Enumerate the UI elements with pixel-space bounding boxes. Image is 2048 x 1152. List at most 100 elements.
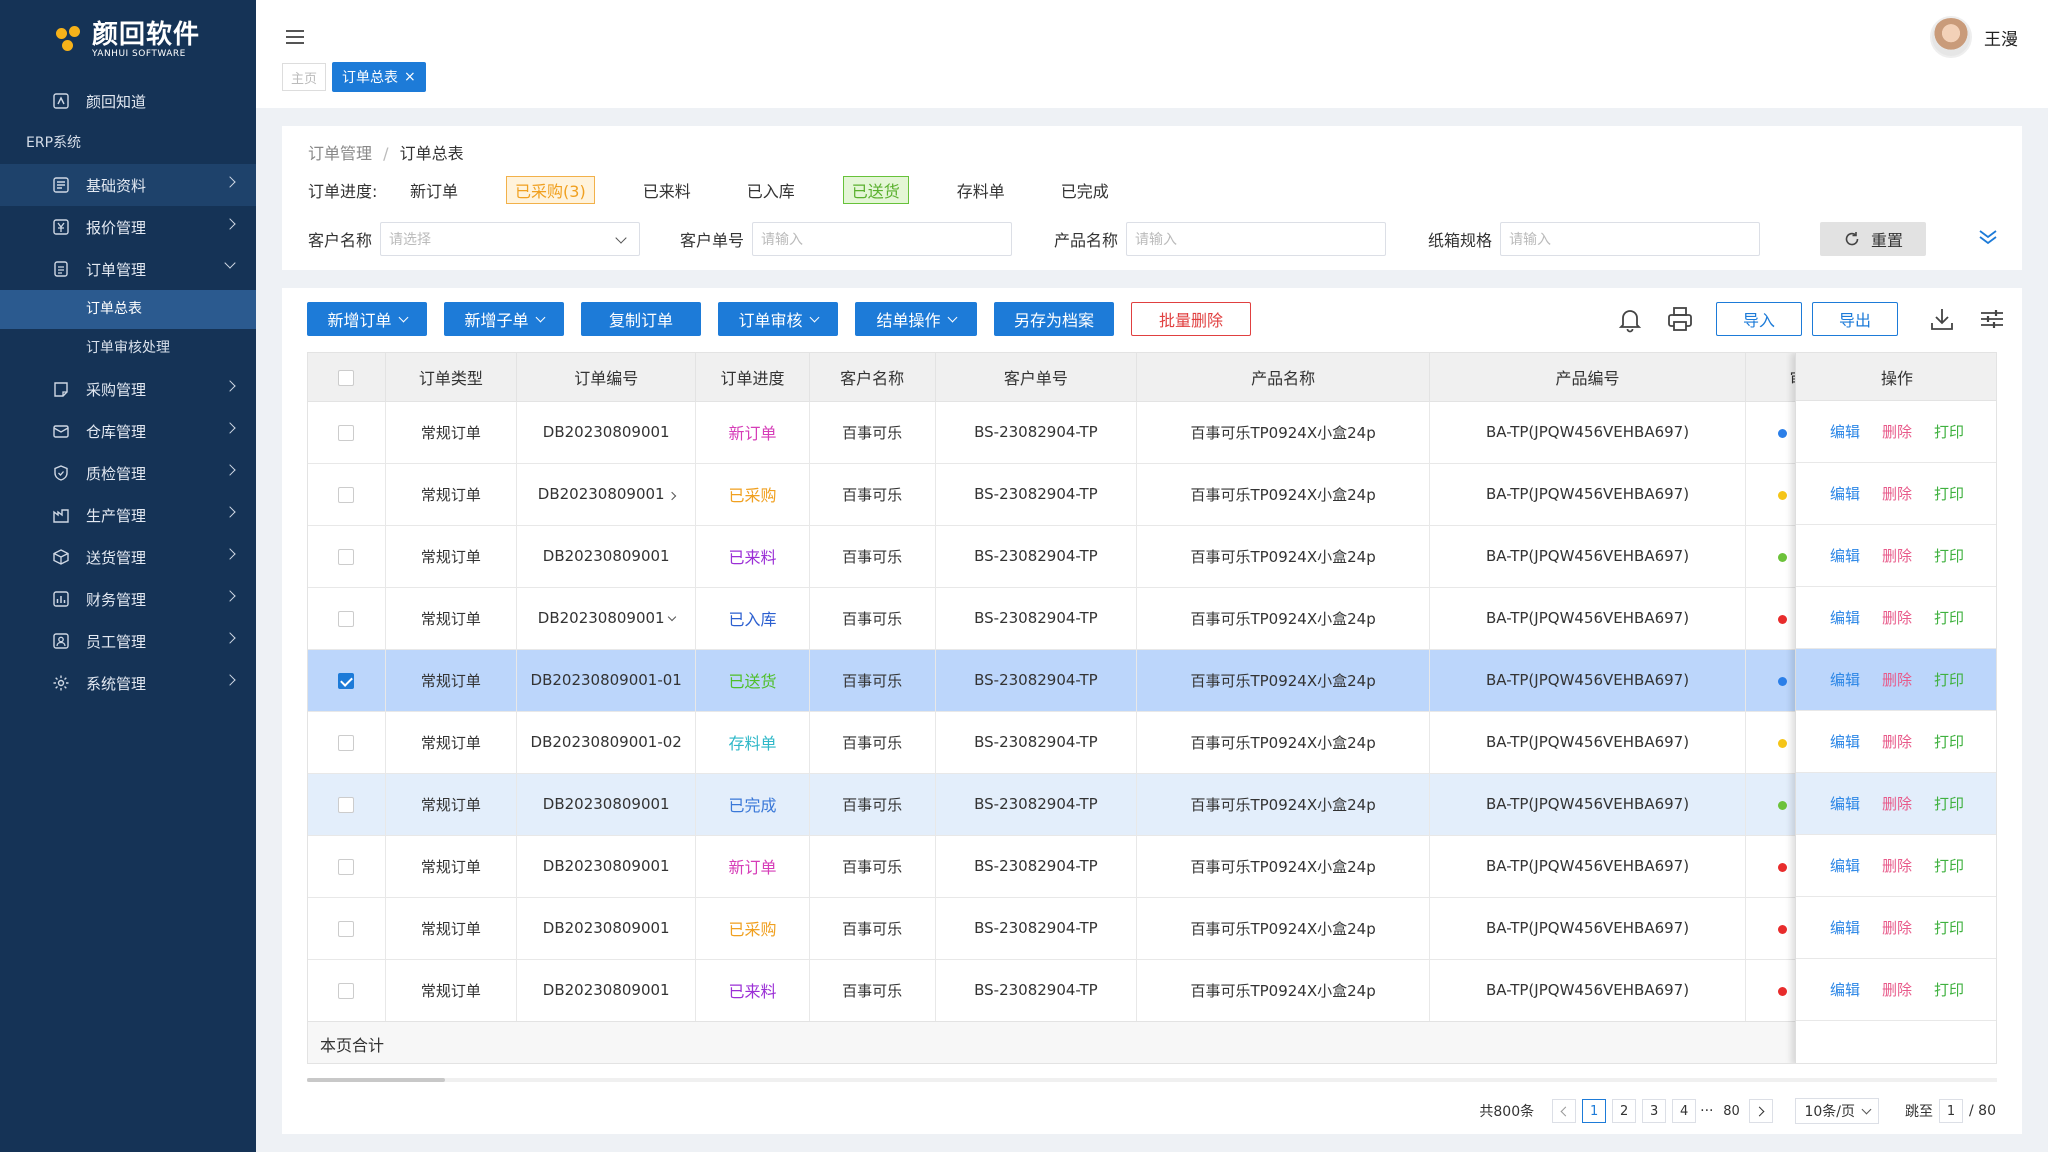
- select-all-checkbox[interactable]: [338, 369, 355, 386]
- print-link[interactable]: 打印: [1934, 669, 1964, 690]
- sidebar-item-purchase[interactable]: 采购管理: [0, 368, 256, 410]
- page-button[interactable]: 4: [1672, 1099, 1697, 1123]
- order-no-cell[interactable]: DB20230809001: [516, 587, 697, 650]
- product-name-input[interactable]: 请输入: [1126, 222, 1387, 256]
- table-row[interactable]: 常规订单 DB20230809001 已完成 百事可乐 BS-23082904-TP 百事…: [308, 773, 1996, 836]
- customer-no-input[interactable]: 请输入: [752, 222, 1013, 256]
- breadcrumb-parent[interactable]: 订单管理: [308, 144, 372, 163]
- table-row[interactable]: 常规订单 DB20230809001 已来料 百事可乐 BS-23082904-TP 百事…: [308, 525, 1996, 588]
- progress-option-new[interactable]: 新订单: [402, 176, 466, 204]
- bell-icon[interactable]: [1616, 305, 1644, 333]
- column-header[interactable]: 客户名称: [809, 353, 936, 402]
- sidebar-item-order[interactable]: 订单管理: [0, 248, 256, 290]
- import-button[interactable]: 导入: [1716, 302, 1802, 336]
- order-no-cell[interactable]: DB20230809001: [516, 959, 697, 1022]
- sidebar-item-system[interactable]: 系统管理: [0, 662, 256, 704]
- horizontal-scrollbar[interactable]: [307, 1078, 1997, 1082]
- progress-option-stocked[interactable]: 已入库: [739, 176, 803, 204]
- page-button[interactable]: 3: [1642, 1099, 1667, 1123]
- page-button[interactable]: 1: [1582, 1099, 1607, 1123]
- user-menu[interactable]: 王漫: [1930, 16, 2018, 58]
- page-button[interactable]: 2: [1612, 1099, 1637, 1123]
- order-no-cell[interactable]: DB20230809001: [516, 525, 697, 588]
- page-ellipsis[interactable]: ···: [1700, 1103, 1713, 1119]
- delete-link[interactable]: 删除: [1882, 669, 1912, 690]
- table-row[interactable]: 常规订单 DB20230809001 已采购 百事可乐 BS-23082904-TP 百事…: [308, 897, 1996, 960]
- order-no-cell[interactable]: DB20230809001: [516, 463, 697, 526]
- customer-name-select[interactable]: 请选择: [380, 222, 641, 256]
- table-row[interactable]: 常规订单 DB20230809001 已采购 百事可乐 BS-23082904-TP 百事…: [308, 463, 1996, 526]
- table-row[interactable]: 常规订单 DB20230809001 已来料 百事可乐 BS-23082904-TP 百事…: [308, 959, 1996, 1022]
- progress-option-delivered[interactable]: 已送货: [842, 176, 909, 204]
- edit-link[interactable]: 编辑: [1830, 421, 1860, 442]
- close-icon[interactable]: ×: [404, 69, 416, 85]
- row-checkbox[interactable]: [338, 796, 355, 813]
- carton-spec-input[interactable]: 请输入: [1500, 222, 1761, 256]
- export-button[interactable]: 导出: [1812, 302, 1898, 336]
- delete-link[interactable]: 删除: [1882, 731, 1912, 752]
- download-icon[interactable]: [1928, 305, 1956, 333]
- page-button[interactable]: 80: [1719, 1099, 1744, 1123]
- order-no-cell[interactable]: DB20230809001: [516, 401, 697, 464]
- progress-option-purchased[interactable]: 已采购(3): [506, 176, 595, 204]
- print-link[interactable]: 打印: [1934, 421, 1964, 442]
- prev-page-button[interactable]: [1552, 1099, 1577, 1123]
- row-checkbox[interactable]: [338, 982, 355, 999]
- print-link[interactable]: 打印: [1934, 793, 1964, 814]
- progress-option-completed[interactable]: 已完成: [1053, 176, 1117, 204]
- sidebar-item-staff[interactable]: 员工管理: [0, 620, 256, 662]
- column-header[interactable]: 订单编号: [516, 353, 697, 402]
- expand-filter-icon[interactable]: [1978, 228, 1998, 246]
- row-checkbox[interactable]: [338, 486, 355, 503]
- row-checkbox[interactable]: [338, 610, 355, 627]
- row-checkbox[interactable]: [338, 672, 355, 689]
- reset-button[interactable]: 重置: [1820, 222, 1926, 256]
- sidebar-subitem-order-review[interactable]: 订单审核处理: [0, 329, 256, 368]
- row-checkbox[interactable]: [338, 858, 355, 875]
- settle-ops-button[interactable]: 结单操作: [855, 302, 977, 336]
- sidebar-item-knowledge[interactable]: 颜回知道: [0, 80, 256, 122]
- edit-link[interactable]: 编辑: [1830, 545, 1860, 566]
- edit-link[interactable]: 编辑: [1830, 731, 1860, 752]
- delete-link[interactable]: 删除: [1882, 607, 1912, 628]
- print-link[interactable]: 打印: [1934, 483, 1964, 504]
- new-sub-order-button[interactable]: 新增子单: [444, 302, 564, 336]
- delete-link[interactable]: 删除: [1882, 917, 1912, 938]
- order-no-cell[interactable]: DB20230809001-01: [516, 649, 697, 712]
- edit-link[interactable]: 编辑: [1830, 793, 1860, 814]
- sidebar-item-finance[interactable]: 财务管理: [0, 578, 256, 620]
- print-link[interactable]: 打印: [1934, 731, 1964, 752]
- delete-link[interactable]: 删除: [1882, 793, 1912, 814]
- column-header[interactable]: 产品名称: [1136, 353, 1430, 402]
- table-row[interactable]: 常规订单 DB20230809001 新订单 百事可乐 BS-23082904-TP 百事…: [308, 401, 1996, 464]
- edit-link[interactable]: 编辑: [1830, 979, 1860, 1000]
- order-review-button[interactable]: 订单审核: [718, 302, 838, 336]
- print-link[interactable]: 打印: [1934, 545, 1964, 566]
- delete-link[interactable]: 删除: [1882, 979, 1912, 1000]
- edit-link[interactable]: 编辑: [1830, 483, 1860, 504]
- row-checkbox[interactable]: [338, 424, 355, 441]
- tab-order-summary[interactable]: 订单总表 ×: [332, 62, 426, 92]
- sidebar-item-delivery[interactable]: 送货管理: [0, 536, 256, 578]
- copy-order-button[interactable]: 复制订单: [581, 302, 701, 336]
- column-settings-icon[interactable]: [1978, 305, 2006, 333]
- table-row[interactable]: 常规订单 DB20230809001-02 存料单 百事可乐 BS-23082904-T…: [308, 711, 1996, 774]
- column-header[interactable]: 订单进度: [695, 353, 810, 402]
- row-checkbox[interactable]: [338, 548, 355, 565]
- sidebar-item-quality[interactable]: 质检管理: [0, 452, 256, 494]
- save-archive-button[interactable]: 另存为档案: [994, 302, 1114, 336]
- print-link[interactable]: 打印: [1934, 917, 1964, 938]
- chevron-right-icon[interactable]: [667, 491, 676, 501]
- order-no-cell[interactable]: DB20230809001: [516, 897, 697, 960]
- jump-page-input[interactable]: 1: [1939, 1099, 1964, 1123]
- page-size-select[interactable]: 10条/页: [1795, 1098, 1880, 1124]
- tab-home[interactable]: 主页: [282, 63, 326, 91]
- printer-icon[interactable]: [1666, 305, 1694, 333]
- edit-link[interactable]: 编辑: [1830, 607, 1860, 628]
- batch-delete-button[interactable]: 批量删除: [1131, 302, 1251, 336]
- delete-link[interactable]: 删除: [1882, 483, 1912, 504]
- new-order-button[interactable]: 新增订单: [307, 302, 427, 336]
- edit-link[interactable]: 编辑: [1830, 855, 1860, 876]
- order-no-cell[interactable]: DB20230809001: [516, 835, 697, 898]
- delete-link[interactable]: 删除: [1882, 421, 1912, 442]
